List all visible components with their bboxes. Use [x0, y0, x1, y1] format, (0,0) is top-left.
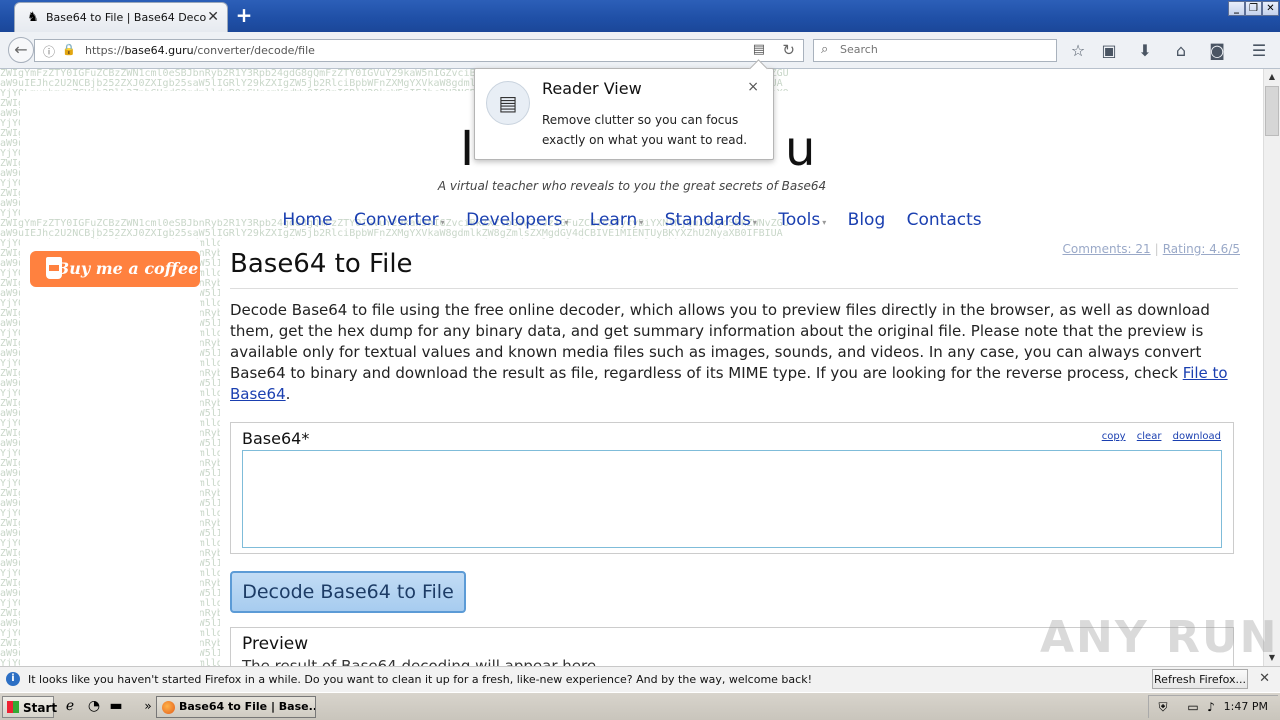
quick-launch-chevron-icon[interactable]: »	[138, 696, 158, 716]
search-icon: ⌕	[821, 42, 829, 57]
bookmark-star-icon[interactable]: ☆	[1066, 40, 1090, 62]
popup-text: Remove clutter so you can focus exactly …	[542, 113, 748, 147]
page-scrollbar[interactable]: ▲ ▼	[1263, 69, 1280, 666]
volume-icon[interactable]: ♪	[1203, 699, 1219, 715]
show-desktop-icon[interactable]: ▬	[106, 696, 126, 716]
dark-knight-favicon-icon: ♞	[27, 10, 39, 25]
url-bar[interactable]: ⓘ 🔒 https://base64.guru/converter/decode…	[34, 39, 804, 62]
network-icon[interactable]: ▭	[1185, 699, 1201, 715]
firefox-refresh-notification: i It looks like you haven't started Fire…	[0, 666, 1280, 692]
site-logo-left[interactable]: I	[460, 121, 474, 177]
reader-view-icon: ▤	[486, 81, 530, 125]
search-bar[interactable]: ⌕	[813, 39, 1057, 62]
dropdown-arrow-icon: ▾	[752, 218, 757, 227]
reload-icon[interactable]: ↻	[782, 41, 795, 59]
base64-label: Base64*	[242, 429, 310, 448]
reader-view-popup: ▤ Reader View × Remove clutter so you ca…	[474, 59, 774, 160]
downloads-icon[interactable]: ⬇	[1133, 40, 1157, 62]
tab-close-icon[interactable]: ✕	[207, 9, 219, 25]
nav-developers[interactable]: Developers ▾	[466, 210, 568, 230]
sidebar: Buy me a coffee	[20, 239, 200, 666]
clock: 1:47 PM	[1223, 700, 1268, 713]
comments-link[interactable]: Comments: 21	[1062, 242, 1150, 256]
hamburger-menu-icon[interactable]: ☰	[1247, 40, 1271, 62]
nav-blog[interactable]: Blog	[848, 210, 886, 230]
pocket-icon[interactable]: ◙	[1205, 40, 1229, 62]
clear-link[interactable]: clear	[1137, 431, 1162, 442]
nav-converter[interactable]: Converter ▾	[354, 210, 445, 230]
popup-close-icon[interactable]: ×	[747, 79, 759, 95]
nav-tools[interactable]: Tools ▾	[778, 210, 826, 230]
popup-title: Reader View	[542, 79, 642, 98]
home-icon[interactable]: ⌂	[1169, 40, 1193, 62]
explorer-folder-icon[interactable]: ◔	[84, 696, 104, 716]
dropdown-arrow-icon: ▾	[440, 218, 445, 227]
coffee-cup-icon	[46, 257, 62, 279]
title-divider	[230, 288, 1238, 289]
base64-tools: copy clear download	[1094, 431, 1221, 442]
url-text[interactable]: https://base64.guru/converter/decode/fil…	[85, 44, 315, 57]
page-title: Base64 to File	[230, 249, 413, 279]
window-close-button[interactable]: ✕	[1262, 1, 1279, 16]
tab-title: Base64 to File | Base64 Deco...	[46, 11, 206, 24]
system-tray: ⛨ ▭ ♪ 1:47 PM	[1148, 695, 1278, 718]
main-nav: Home Converter ▾ Developers ▾ Learn ▾ Stand…	[20, 210, 1244, 230]
site-logo-right[interactable]: u	[785, 121, 815, 177]
refresh-firefox-button[interactable]: Refresh Firefox...	[1152, 669, 1248, 689]
dropdown-arrow-icon: ▾	[564, 218, 569, 227]
notification-text: It looks like you haven't started Firefo…	[28, 673, 812, 686]
copy-link[interactable]: copy	[1102, 431, 1126, 442]
window-minimize-button[interactable]: _	[1228, 1, 1245, 16]
decode-base64-to-file-button[interactable]: Decode Base64 to File	[230, 571, 466, 613]
lock-icon[interactable]: 🔒	[62, 43, 76, 56]
search-input[interactable]	[838, 42, 1042, 57]
main-content: Comments: 21 | Rating: 4.6/5 Base64 to Fil…	[220, 239, 1244, 666]
info-icon: i	[6, 672, 20, 686]
window-maximize-button[interactable]: ❐	[1245, 1, 1262, 16]
firefox-icon	[162, 701, 175, 714]
download-link[interactable]: download	[1173, 431, 1221, 442]
base64-textarea[interactable]	[242, 450, 1222, 548]
nav-contacts[interactable]: Contacts	[907, 210, 982, 230]
notification-close-icon[interactable]: ✕	[1259, 671, 1270, 686]
nav-learn[interactable]: Learn ▾	[590, 210, 644, 230]
reader-view-icon[interactable]: ▤	[753, 42, 765, 57]
scroll-up-arrow-icon[interactable]: ▲	[1264, 69, 1280, 85]
article-meta: Comments: 21 | Rating: 4.6/5	[1062, 242, 1240, 256]
nav-standards[interactable]: Standards ▾	[665, 210, 757, 230]
base64-input-panel: Base64* copy clear download	[230, 422, 1234, 554]
dropdown-arrow-icon: ▾	[639, 218, 644, 227]
new-tab-button[interactable]: +	[234, 4, 254, 26]
browser-tab-active[interactable]: ♞ Base64 to File | Base64 Deco... ✕	[14, 2, 228, 32]
back-button[interactable]: ←	[8, 37, 34, 63]
windows-flag-icon	[7, 701, 19, 713]
rating-link[interactable]: Rating: 4.6/5	[1163, 242, 1240, 256]
taskbar-item-firefox[interactable]: Base64 to File | Base...	[156, 696, 316, 718]
scroll-thumb[interactable]	[1265, 86, 1279, 136]
nav-home[interactable]: Home	[282, 210, 332, 230]
preview-label: Preview	[242, 634, 309, 654]
page-description: Decode Base64 to file using the free onl…	[230, 301, 1228, 403]
preview-placeholder-text: The result of Base64 decoding will appea…	[242, 657, 597, 666]
ie-icon[interactable]: ℯ	[60, 696, 80, 716]
security-shield-icon[interactable]: ⛨	[1155, 699, 1171, 715]
windows-taskbar: Start Base64 to File | Base... ⛨ ▭ ♪ 1:4…	[0, 692, 1280, 720]
bookmarks-list-icon[interactable]: ▣	[1097, 40, 1121, 62]
start-button[interactable]: Start	[2, 696, 57, 718]
dropdown-arrow-icon: ▾	[822, 218, 827, 227]
buy-me-a-coffee-button[interactable]: Buy me a coffee	[30, 251, 200, 287]
coffee-label: Buy me a coffee	[55, 259, 199, 278]
info-icon[interactable]: ⓘ	[43, 43, 55, 60]
site-tagline: A virtual teacher who reveals to you the…	[437, 179, 827, 193]
anyrun-watermark: ANY RUN	[1040, 612, 1279, 663]
